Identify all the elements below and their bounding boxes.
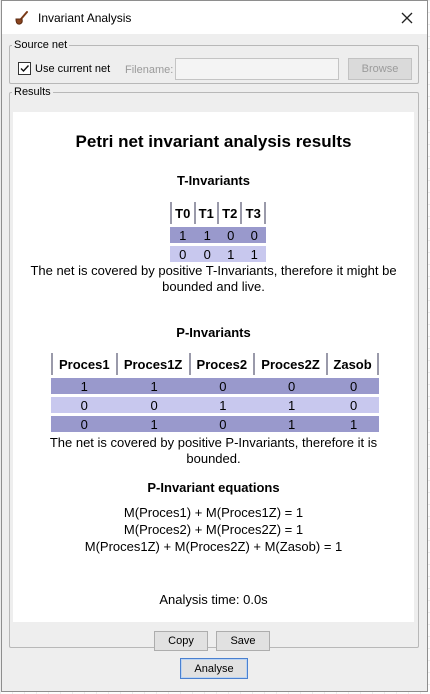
table-cell: 0	[195, 246, 219, 262]
table-cell: 1	[242, 246, 266, 262]
analysis-time: Analysis time: 0.0s	[159, 592, 268, 607]
table-cell: 1	[195, 227, 219, 243]
t-invariants-header-row: T0 T1 T2 T3	[170, 202, 266, 224]
save-button[interactable]: Save	[216, 631, 270, 651]
table-row: 1 1 0 0	[170, 227, 266, 243]
window-title: Invariant Analysis	[38, 10, 132, 25]
results-pane: Petri net invariant analysis results T-I…	[13, 112, 414, 622]
close-button[interactable]	[397, 8, 417, 28]
table-column-header: T2	[219, 202, 243, 224]
source-net-legend: Source net	[14, 39, 68, 51]
table-cell: 1	[190, 397, 256, 413]
use-current-net-checkbox[interactable]	[18, 62, 31, 75]
table-row: 0 0 1 1 0	[51, 397, 379, 413]
source-net-group: Source net Use current net Filename: Bro…	[9, 39, 419, 84]
table-cell: 1	[255, 416, 329, 432]
table-column-header: Proces1	[51, 353, 118, 375]
p-invariants-header-row: Proces1 Proces1Z Proces2 Proces2Z Zasob	[51, 353, 379, 375]
filename-field[interactable]	[175, 58, 339, 80]
table-row: 1 1 0 0 0	[51, 378, 379, 394]
table-cell: 1	[328, 416, 379, 432]
t-invariants-summary: The net is covered by positive T-Invaria…	[30, 263, 397, 294]
t-invariants-table: T0 T1 T2 T3 1 1 0 0 0 0 1 1	[170, 202, 266, 262]
equation-line: M(Proces1) + M(Proces1Z) = 1	[123, 505, 304, 520]
table-cell: 0	[255, 378, 329, 394]
results-title: Petri net invariant analysis results	[75, 132, 352, 151]
title-bar: Invariant Analysis	[2, 1, 427, 34]
table-cell: 0	[242, 227, 266, 243]
table-column-header: Proces2Z	[255, 353, 329, 375]
table-cell: 0	[328, 378, 379, 394]
copy-button[interactable]: Copy	[154, 631, 208, 651]
t-invariants-heading: T-Invariants	[177, 173, 250, 188]
table-cell: 0	[190, 378, 256, 394]
table-column-header: T0	[170, 202, 196, 224]
browse-button[interactable]: Browse	[348, 58, 412, 80]
results-legend: Results	[14, 86, 51, 98]
table-column-header: T3	[242, 202, 266, 224]
pipe-icon	[15, 10, 28, 25]
table-cell: 0	[190, 416, 256, 432]
invariant-analysis-dialog: Invariant Analysis Source net Use curren…	[1, 0, 428, 692]
table-cell: 1	[117, 378, 191, 394]
table-cell: 0	[51, 397, 118, 413]
analyse-button[interactable]: Analyse	[180, 658, 248, 679]
p-invariants-summary: The net is covered by positive P-Invaria…	[49, 435, 378, 466]
table-column-header: Proces1Z	[117, 353, 191, 375]
p-invariant-equations-heading: P-Invariant equations	[147, 480, 280, 495]
table-row: 0 0 1 1	[170, 246, 266, 262]
table-cell: 1	[170, 227, 196, 243]
p-invariants-table: Proces1 Proces1Z Proces2 Proces2Z Zasob …	[51, 353, 379, 432]
p-invariants-heading: P-Invariants	[176, 325, 251, 340]
checkmark-icon	[20, 65, 30, 73]
table-cell: 0	[117, 397, 191, 413]
use-current-net-label: Use current net	[35, 62, 111, 75]
table-cell: 1	[219, 246, 243, 262]
filename-label: Filename:	[125, 64, 174, 76]
table-cell: 0	[51, 416, 118, 432]
table-cell: 0	[219, 227, 243, 243]
table-column-header: T1	[195, 202, 219, 224]
table-cell: 1	[117, 416, 191, 432]
table-row: 0 1 0 1 1	[51, 416, 379, 432]
table-column-header: Zasob	[328, 353, 379, 375]
table-cell: 0	[328, 397, 379, 413]
close-icon	[401, 12, 413, 24]
equation-line: M(Proces2) + M(Proces2Z) = 1	[123, 522, 304, 537]
table-cell: 0	[170, 246, 196, 262]
table-cell: 1	[255, 397, 329, 413]
equation-line: M(Proces1Z) + M(Proces2Z) + M(Zasob) = 1	[84, 539, 343, 554]
table-cell: 1	[51, 378, 118, 394]
results-group: Results Petri net invariant analysis res…	[9, 86, 419, 651]
use-current-net-row[interactable]: Use current net	[18, 62, 110, 75]
table-column-header: Proces2	[190, 353, 256, 375]
